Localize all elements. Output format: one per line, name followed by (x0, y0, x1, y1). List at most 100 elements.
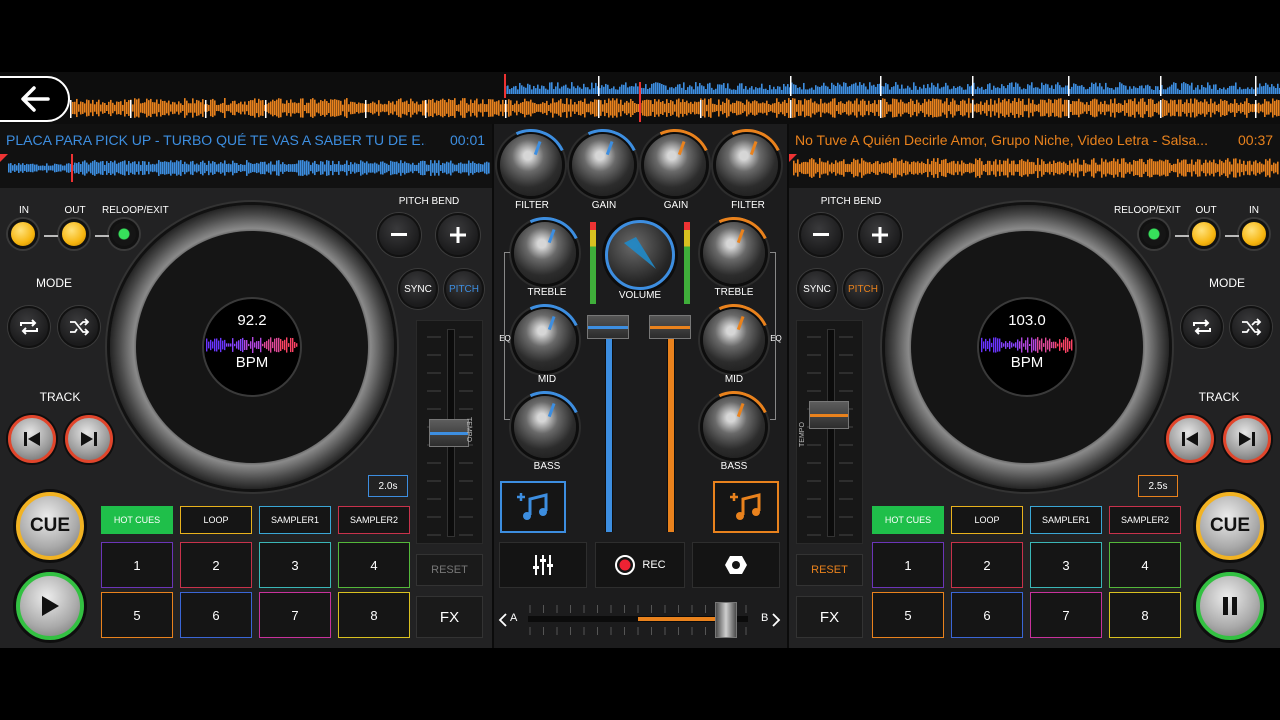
sync-button[interactable]: SYNC (398, 269, 438, 309)
repeat-icon (1193, 319, 1211, 335)
next-track-button[interactable] (1223, 415, 1271, 463)
reloop-exit-button[interactable] (109, 219, 139, 249)
filter-b-knob[interactable] (700, 118, 794, 212)
pad-7[interactable]: 7 (259, 592, 331, 638)
pad-tab-sampler1[interactable]: SAMPLER1 (259, 506, 331, 534)
pad-8[interactable]: 8 (338, 592, 410, 638)
loop-in-button[interactable] (8, 219, 38, 249)
pad-tab-hot-cues[interactable]: HOT CUES (872, 506, 944, 534)
pad-8[interactable]: 8 (1109, 592, 1181, 638)
deck-a-spectrum (206, 337, 298, 353)
repeat-mode-button[interactable] (1181, 306, 1223, 348)
skip-previous-icon (24, 432, 40, 446)
pitch-bend-minus-button[interactable] (799, 213, 843, 257)
connector (1225, 235, 1239, 237)
pad-6[interactable]: 6 (951, 592, 1023, 638)
deck-a-time-box[interactable]: 2.0s (368, 475, 408, 497)
deck-a-play-button[interactable] (16, 572, 84, 640)
pitch-button[interactable]: PITCH (444, 269, 484, 309)
channel-b-fader-thumb[interactable] (649, 315, 691, 339)
bass-a-knob[interactable] (498, 380, 592, 474)
loop-out-button[interactable] (1189, 219, 1219, 249)
tempo-thumb[interactable] (809, 401, 849, 429)
repeat-mode-button[interactable] (8, 306, 50, 348)
crossfader-thumb[interactable] (715, 602, 737, 638)
vu-meter-b (684, 222, 690, 304)
pad-1[interactable]: 1 (872, 542, 944, 588)
loop-in-button[interactable] (1239, 219, 1269, 249)
pad-tab-sampler1[interactable]: SAMPLER1 (1030, 506, 1102, 534)
pad-3[interactable]: 3 (259, 542, 331, 588)
pitch-bend-plus-button[interactable] (436, 213, 480, 257)
pad-4[interactable]: 4 (338, 542, 410, 588)
pad-tab-hot-cues[interactable]: HOT CUES (101, 506, 173, 534)
pad-tab-sampler2[interactable]: SAMPLER2 (1109, 506, 1181, 534)
pad-7[interactable]: 7 (1030, 592, 1102, 638)
treble-b-label: TREBLE (714, 287, 754, 298)
treble-b-knob[interactable] (687, 206, 781, 300)
pitch-button[interactable]: PITCH (843, 269, 883, 309)
master-volume-knob[interactable] (605, 220, 675, 290)
pitch-bend-minus-button[interactable] (377, 213, 421, 257)
channel-a-fader[interactable] (605, 322, 613, 532)
add-music-icon (730, 493, 761, 520)
pad-4[interactable]: 4 (1109, 542, 1181, 588)
shuffle-mode-button[interactable] (1230, 306, 1272, 348)
deck-a-add-music-button[interactable] (500, 481, 566, 533)
shuffle-mode-button[interactable] (58, 306, 100, 348)
record-button[interactable]: REC (595, 542, 685, 588)
deck-a-cue-button[interactable]: CUE (16, 492, 84, 560)
gain-a-knob[interactable] (556, 118, 650, 212)
pad-tab-loop[interactable]: LOOP (180, 506, 252, 534)
pad-2[interactable]: 2 (951, 542, 1023, 588)
deck-b-time-box[interactable]: 2.5s (1138, 475, 1178, 497)
mid-a-knob[interactable] (498, 293, 592, 387)
sync-button[interactable]: SYNC (797, 269, 837, 309)
filter-a-knob[interactable] (484, 118, 578, 212)
pad-3[interactable]: 3 (1030, 542, 1102, 588)
pad-tab-loop[interactable]: LOOP (951, 506, 1023, 534)
previous-track-button[interactable] (1166, 415, 1214, 463)
deck-a-header: PLACA PARA PICK UP - TURBO QUÉ TE VAS A … (0, 124, 492, 188)
back-button[interactable] (0, 76, 70, 122)
loop-out-button[interactable] (59, 219, 89, 249)
pad-tab-sampler2[interactable]: SAMPLER2 (338, 506, 410, 534)
pad-6[interactable]: 6 (180, 592, 252, 638)
deck-b-pause-button[interactable] (1196, 572, 1264, 640)
deck-a-tempo-slider[interactable]: TEMPO (416, 320, 483, 544)
overview-waveform[interactable] (0, 72, 1280, 124)
deck-b-reset-button[interactable]: RESET (796, 554, 863, 586)
crossfader[interactable]: A B (498, 601, 782, 641)
deck-b-fx-button[interactable]: FX (796, 596, 863, 638)
gain-b-knob[interactable] (628, 118, 722, 212)
deck-b-cue-button[interactable]: CUE (1196, 492, 1264, 560)
crossfader-b-label: B (761, 612, 769, 624)
channel-a-fader-thumb[interactable] (587, 315, 629, 339)
mid-b-knob[interactable] (687, 293, 781, 387)
pitch-bend-plus-button[interactable] (858, 213, 902, 257)
deck-b-jog-wheel[interactable]: 103.0 BPM (885, 205, 1169, 489)
equalizer-button[interactable] (499, 542, 587, 588)
deck-b-tempo-slider[interactable]: TEMPO (796, 320, 863, 544)
shuffle-icon (1242, 318, 1262, 336)
pad-5[interactable]: 5 (872, 592, 944, 638)
next-track-button[interactable] (65, 415, 113, 463)
tempo-thumb-line (430, 432, 468, 435)
deck-a-reset-button[interactable]: RESET (416, 554, 483, 586)
deck-a-jog-wheel[interactable]: 92.2 BPM (110, 205, 394, 489)
treble-a-knob[interactable] (498, 206, 592, 300)
previous-track-button[interactable] (8, 415, 56, 463)
pad-5[interactable]: 5 (101, 592, 173, 638)
deck-b-waveform[interactable] (789, 154, 1280, 182)
deck-a-waveform[interactable] (0, 154, 492, 182)
reloop-exit-button[interactable] (1139, 219, 1169, 249)
channel-b-fader[interactable] (667, 322, 675, 532)
deck-b-add-music-button[interactable] (713, 481, 779, 533)
settings-button[interactable] (692, 542, 780, 588)
bass-b-knob[interactable] (687, 380, 781, 474)
add-music-icon (517, 493, 548, 520)
pad-1[interactable]: 1 (101, 542, 173, 588)
tempo-thumb[interactable] (429, 419, 469, 447)
pad-2[interactable]: 2 (180, 542, 252, 588)
deck-a-fx-button[interactable]: FX (416, 596, 483, 638)
